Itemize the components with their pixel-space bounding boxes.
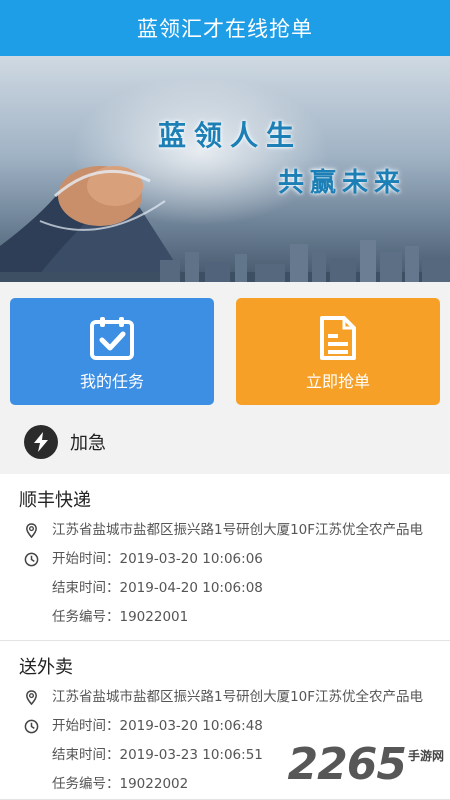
task-end-time: 结束时间：2019-04-20 10:06:08 <box>0 574 450 603</box>
app-header: 蓝领汇才在线抢单 <box>0 0 450 56</box>
task-start-time-text: 开始时间：2019-03-20 10:06:48 <box>52 718 263 734</box>
task-address-text: 江苏省盐城市盐都区振兴路1号研创大厦10F江苏优全农产品电 <box>52 689 424 705</box>
task-number: 任务编号：19022001 <box>0 603 450 632</box>
grab-order-label: 立即抢单 <box>305 372 370 391</box>
urgent-section-header: 加急 <box>0 410 450 473</box>
city-skyline <box>0 240 450 282</box>
task-start-time: 开始时间：2019-03-20 10:06:48 <box>0 712 450 741</box>
clock-icon <box>24 552 39 567</box>
task-address-text: 江苏省盐城市盐都区振兴路1号研创大厦10F江苏优全农产品电 <box>52 522 424 538</box>
site-watermark-logo: 2265 手游网 <box>288 739 444 790</box>
banner-slogan-line1: 蓝领人生 <box>158 119 303 152</box>
task-number-text: 任务编号：19022002 <box>52 776 189 792</box>
task-end-time-text: 结束时间：2019-03-23 10:06:51 <box>52 747 263 763</box>
my-tasks-button[interactable]: 我的任务 <box>10 298 214 405</box>
clock-icon <box>24 719 39 734</box>
calendar-check-icon <box>90 317 134 360</box>
task-start-time: 开始时间：2019-03-20 10:06:06 <box>0 545 450 574</box>
urgent-label: 加急 <box>70 432 106 454</box>
watermark-number: 2265 <box>287 739 407 790</box>
task-end-time-text: 结束时间：2019-04-20 10:06:08 <box>52 580 263 596</box>
my-tasks-label: 我的任务 <box>79 372 144 391</box>
task-number-text: 任务编号：19022001 <box>52 609 189 625</box>
page-title: 蓝领汇才在线抢单 <box>137 17 313 41</box>
lightning-icon <box>24 424 58 459</box>
task-title: 送外卖 <box>19 657 73 678</box>
task-address: 江苏省盐城市盐都区振兴路1号研创大厦10F江苏优全农产品电 <box>0 683 450 712</box>
action-cards: 我的任务 立即抢单 <box>0 282 450 410</box>
list-item[interactable]: 顺丰快递 江苏省盐城市盐都区振兴路1号研创大厦10F江苏优全农产品电 开始时间：… <box>0 474 450 641</box>
task-address: 江苏省盐城市盐都区振兴路1号研创大厦10F江苏优全农产品电 <box>0 516 450 545</box>
banner-slogan-line2: 共赢未来 <box>278 168 407 198</box>
location-pin-icon <box>26 523 37 538</box>
grab-order-button[interactable]: 立即抢单 <box>236 298 440 405</box>
document-icon <box>320 316 356 360</box>
banner-image[interactable]: 蓝领人生 共赢未来 <box>0 56 450 282</box>
task-title: 顺丰快递 <box>19 490 91 511</box>
task-start-time-text: 开始时间：2019-03-20 10:06:06 <box>52 551 263 567</box>
location-pin-icon <box>26 690 37 705</box>
watermark-suffix: 手游网 <box>407 749 444 763</box>
